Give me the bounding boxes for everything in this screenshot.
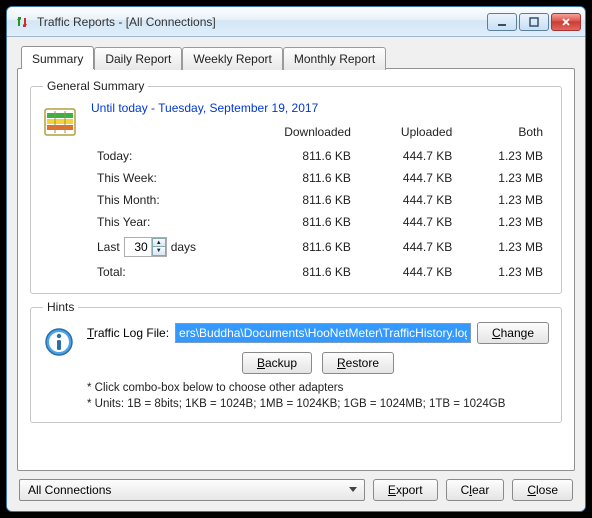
- bottom-bar: All Connections Export Clear Close: [17, 471, 575, 503]
- table-row: Today: 811.6 KB 444.7 KB 1.23 MB: [91, 145, 549, 167]
- close-button[interactable]: [551, 13, 581, 31]
- general-summary-group: General Summary Until today -: [30, 79, 562, 294]
- general-summary-legend: General Summary: [43, 79, 148, 93]
- maximize-button[interactable]: [519, 13, 549, 31]
- cell-down: 811.6 KB: [231, 145, 357, 167]
- app-icon: [15, 14, 31, 30]
- tab-panel: General Summary Until today -: [17, 68, 575, 471]
- row-label: Today:: [91, 145, 231, 167]
- cell-up: 444.7 KB: [357, 167, 458, 189]
- titlebar[interactable]: Traffic Reports - [All Connections]: [7, 7, 585, 37]
- spin-up-icon[interactable]: ▲: [152, 238, 166, 247]
- cell-both: 1.23 MB: [458, 261, 549, 283]
- table-row-last: Last ▲ ▼: [91, 233, 549, 261]
- tab-monthly[interactable]: Monthly Report: [283, 47, 386, 70]
- window-title: Traffic Reports - [All Connections]: [37, 15, 487, 29]
- adapter-value: All Connections: [28, 483, 111, 497]
- cell-up: 444.7 KB: [357, 261, 458, 283]
- last-prefix: Last: [97, 240, 120, 254]
- close-dialog-button[interactable]: Close: [512, 479, 573, 501]
- log-file-label: Traffic Log File:: [87, 326, 169, 340]
- tab-label: Monthly Report: [294, 52, 375, 66]
- row-label: This Year:: [91, 211, 231, 233]
- days-spinner[interactable]: ▲ ▼: [124, 237, 167, 257]
- row-label: This Month:: [91, 189, 231, 211]
- cell-both: 1.23 MB: [458, 167, 549, 189]
- backup-button[interactable]: Backup: [242, 352, 312, 374]
- tab-label: Weekly Report: [193, 52, 271, 66]
- table-row: This Week: 811.6 KB 444.7 KB 1.23 MB: [91, 167, 549, 189]
- cell-both: 1.23 MB: [458, 189, 549, 211]
- tab-weekly[interactable]: Weekly Report: [182, 47, 282, 70]
- col-uploaded: Uploaded: [357, 121, 458, 145]
- cell-up: 444.7 KB: [357, 211, 458, 233]
- adapter-combo[interactable]: All Connections: [19, 479, 365, 501]
- client-area: Summary Daily Report Weekly Report Month…: [7, 37, 585, 511]
- tab-summary[interactable]: Summary: [21, 46, 94, 69]
- tab-strip: Summary Daily Report Weekly Report Month…: [21, 45, 575, 68]
- col-empty: [91, 121, 231, 145]
- cell-down: 811.6 KB: [231, 211, 357, 233]
- btn-rest: hange: [501, 326, 534, 340]
- calendar-chart-icon: [43, 105, 77, 139]
- cell-down: 811.6 KB: [231, 261, 357, 283]
- hint-note-1: * Click combo-box below to choose other …: [87, 380, 549, 396]
- hint-note-2: * Units: 1B = 8bits; 1KB = 1024B; 1MB = …: [87, 396, 549, 412]
- cell-both: 1.23 MB: [458, 233, 549, 261]
- log-file-input[interactable]: [175, 323, 471, 343]
- tab-label: Daily Report: [105, 52, 171, 66]
- tab-label: Summary: [32, 52, 83, 66]
- hints-group: Hints Traffic Log File:: [30, 300, 562, 423]
- export-button[interactable]: Export: [373, 479, 438, 501]
- cell-up: 444.7 KB: [357, 189, 458, 211]
- cell-down: 811.6 KB: [231, 167, 357, 189]
- cell-up: 444.7 KB: [357, 233, 458, 261]
- date-line: Until today - Tuesday, September 19, 201…: [91, 101, 549, 115]
- table-row-total: Total: 811.6 KB 444.7 KB 1.23 MB: [91, 261, 549, 283]
- change-button[interactable]: Change: [477, 322, 549, 344]
- cell-down: 811.6 KB: [231, 233, 357, 261]
- table-row: This Year: 811.6 KB 444.7 KB 1.23 MB: [91, 211, 549, 233]
- tab-daily[interactable]: Daily Report: [94, 47, 182, 70]
- col-both: Both: [458, 121, 549, 145]
- days-input[interactable]: [125, 240, 151, 254]
- last-suffix: days: [171, 240, 196, 254]
- cell-both: 1.23 MB: [458, 145, 549, 167]
- stats-table: Downloaded Uploaded Both Today: 811.6 KB…: [91, 121, 549, 283]
- minimize-button[interactable]: [487, 13, 517, 31]
- table-row: This Month: 811.6 KB 444.7 KB 1.23 MB: [91, 189, 549, 211]
- window-frame: Traffic Reports - [All Connections] Summ…: [6, 6, 586, 512]
- chevron-down-icon: [346, 487, 360, 493]
- clear-button[interactable]: Clear: [446, 479, 505, 501]
- hints-legend: Hints: [43, 300, 78, 314]
- row-label: This Week:: [91, 167, 231, 189]
- cell-up: 444.7 KB: [357, 145, 458, 167]
- col-downloaded: Downloaded: [231, 121, 357, 145]
- row-label: Total:: [91, 261, 231, 283]
- restore-button[interactable]: Restore: [322, 352, 394, 374]
- info-icon: [43, 326, 75, 358]
- cell-both: 1.23 MB: [458, 211, 549, 233]
- spin-down-icon[interactable]: ▼: [152, 247, 166, 256]
- cell-down: 811.6 KB: [231, 189, 357, 211]
